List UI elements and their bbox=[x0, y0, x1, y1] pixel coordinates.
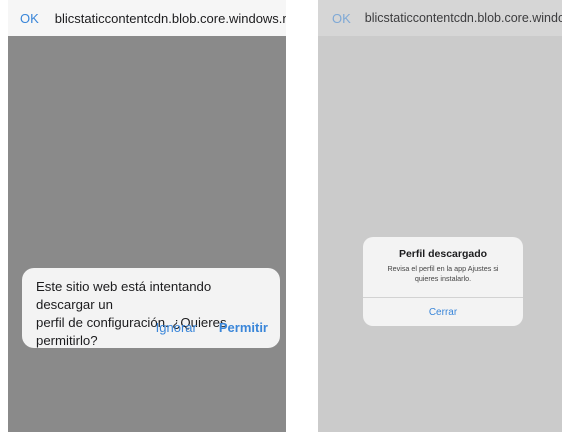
url-host: blicstaticcontentcdn.blob.core.windows.n… bbox=[364, 11, 562, 25]
url-host: blicstaticcontentcdn.blob.core.windows.n… bbox=[54, 10, 286, 26]
ok-button[interactable]: OK bbox=[332, 11, 351, 26]
download-profile-alert: Este sitio web está intentando descargar… bbox=[22, 268, 280, 348]
alert-subtitle: Revisa el perfil en la app Ajustes si qu… bbox=[373, 264, 513, 283]
profile-downloaded-alert: Perfil descargado Revisa el perfil en la… bbox=[363, 237, 523, 326]
screen-right: OK blicstaticcontentcdn.blob.core.window… bbox=[318, 0, 562, 432]
dim-overlay bbox=[8, 36, 286, 432]
ok-button[interactable]: OK bbox=[20, 11, 39, 26]
alert-message: Este sitio web está intentando descargar… bbox=[36, 278, 266, 350]
alert-actions: Ignorar Permitir bbox=[156, 320, 268, 335]
url-bar: OK blicstaticcontentcdn.blob.core.window… bbox=[318, 0, 562, 36]
alert-subtitle-line-2: quieres instalarlo. bbox=[414, 273, 472, 283]
close-button[interactable]: Cerrar bbox=[363, 298, 523, 326]
ignore-button[interactable]: Ignorar bbox=[156, 320, 197, 335]
alert-subtitle-line-1: Revisa el perfil en la app Ajustes si bbox=[387, 264, 499, 273]
screen-left: OK blicstaticcontentcdn.blob.core.window… bbox=[8, 0, 286, 432]
allow-button[interactable]: Permitir bbox=[219, 320, 268, 335]
dim-overlay bbox=[318, 36, 562, 432]
alert-message-line-1: Este sitio web está intentando descargar… bbox=[36, 279, 212, 312]
url-bar: OK blicstaticcontentcdn.blob.core.window… bbox=[8, 0, 286, 36]
alert-title: Perfil descargado bbox=[398, 248, 488, 260]
